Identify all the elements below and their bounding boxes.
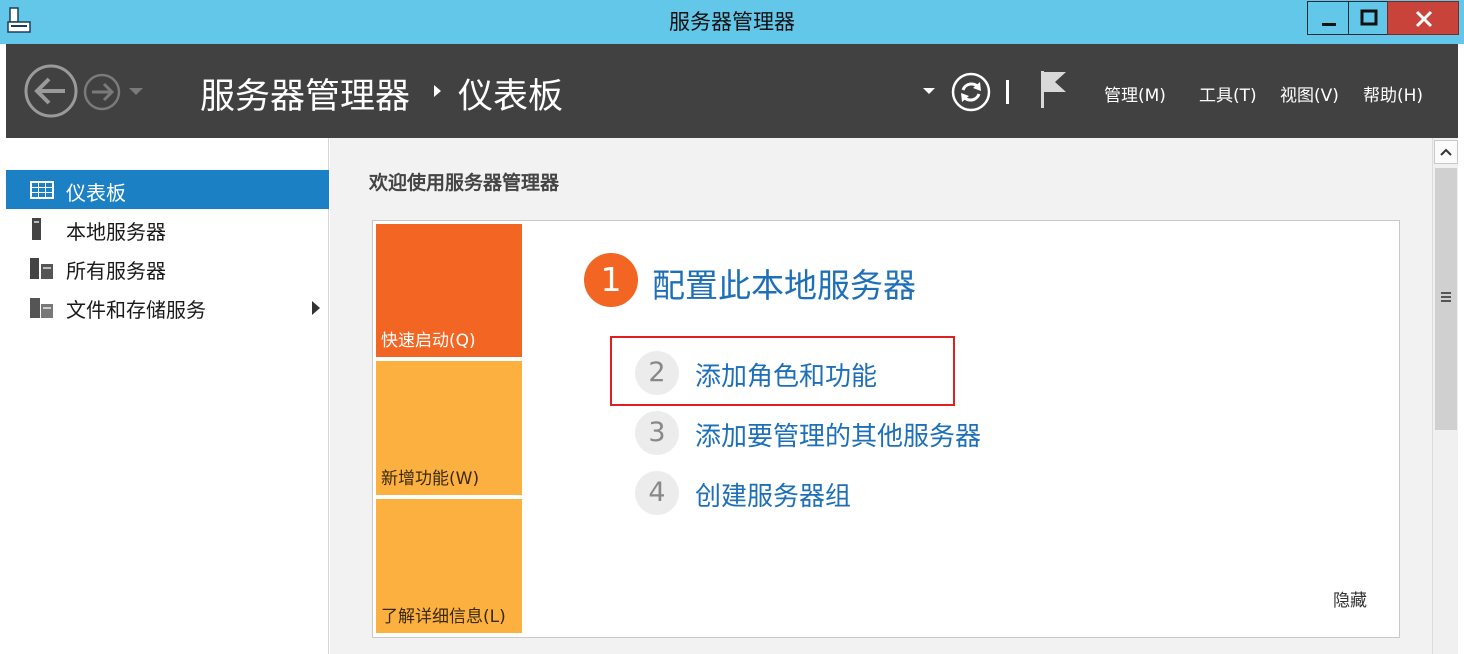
breadcrumb-root[interactable]: 服务器管理器 [200,68,410,119]
step-4-number: 4 [635,471,679,515]
window-title-bar[interactable]: 服务器管理器 [0,0,1464,44]
dropdown-caret-icon[interactable] [922,86,936,96]
minimize-button[interactable] [1307,1,1349,35]
window-title: 服务器管理器 [669,10,795,34]
configure-local-server-link[interactable]: 配置此本地服务器 [652,259,916,307]
add-servers-link[interactable]: 添加要管理的其他服务器 [695,416,981,453]
sidebar-item-label: 本地服务器 [66,220,166,244]
sidebar: 仪表板 本地服务器 所有服务器 文件和存储服务 [6,138,329,654]
tile-label: 新增功能(W) [381,469,480,489]
menu-manage[interactable]: 管理(M) [1104,81,1166,106]
tile-quick-start[interactable]: 快速启动(Q) [376,224,522,357]
add-roles-features-link[interactable]: 添加角色和功能 [695,356,877,393]
maximize-button[interactable] [1348,1,1388,35]
menu-help[interactable]: 帮助(H) [1363,81,1423,106]
menu-tools[interactable]: 工具(T) [1199,81,1257,106]
notification-flag-icon[interactable] [1038,68,1068,110]
vertical-scrollbar[interactable] [1432,138,1458,654]
main-content: 欢迎使用服务器管理器 快速启动(Q) 新增功能(W) 了解详细信息(L) 1 配… [330,138,1432,654]
step-2-number: 2 [635,351,679,395]
welcome-card: 快速启动(Q) 新增功能(W) 了解详细信息(L) 1 配置此本地服务器 2 添… [372,220,1400,638]
sidebar-item-local-server[interactable]: 本地服务器 [6,209,329,248]
sidebar-item-file-storage[interactable]: 文件和存储服务 [6,287,329,326]
step-3-number: 3 [635,411,679,455]
sidebar-item-all-servers[interactable]: 所有服务器 [6,248,329,287]
scroll-thumb[interactable] [1435,168,1457,430]
scroll-up-button[interactable] [1434,140,1458,164]
forward-arrow-icon[interactable] [82,72,122,112]
storage-icon [30,298,53,318]
close-icon [1415,10,1433,28]
step-1-number: 1 [584,253,638,307]
tile-label: 了解详细信息(L) [381,607,506,627]
tile-learn-more[interactable]: 了解详细信息(L) [376,499,522,633]
minimize-icon [1322,23,1336,26]
back-arrow-icon[interactable] [22,62,80,120]
chevron-up-icon [1440,148,1452,156]
tile-label: 快速启动(Q) [381,331,476,351]
servers-icon [30,258,53,279]
history-dropdown-icon[interactable] [128,86,144,98]
maximize-icon [1360,9,1378,26]
dashboard-icon [30,181,54,199]
refresh-icon[interactable] [950,71,992,113]
menu-view[interactable]: 视图(V) [1280,81,1339,106]
sidebar-item-label: 仪表板 [66,181,126,205]
grip-icon [1441,292,1451,302]
breadcrumb-current: 仪表板 [458,77,564,117]
server-icon [32,218,41,240]
header-divider [1006,80,1009,104]
hide-link[interactable]: 隐藏 [1333,586,1367,611]
sidebar-item-label: 文件和存储服务 [66,298,206,322]
breadcrumb-separator-icon [434,85,441,97]
welcome-title: 欢迎使用服务器管理器 [369,172,560,194]
sidebar-item-dashboard[interactable]: 仪表板 [6,170,329,209]
create-server-group-link[interactable]: 创建服务器组 [695,476,851,513]
sidebar-item-label: 所有服务器 [66,259,166,283]
tile-whats-new[interactable]: 新增功能(W) [376,361,522,495]
close-button[interactable] [1387,1,1459,35]
expand-arrow-icon[interactable] [312,301,320,315]
header-bar: 服务器管理器 仪表板 管理(M) 工具(T) 视图(V) 帮助(H) [6,44,1458,138]
